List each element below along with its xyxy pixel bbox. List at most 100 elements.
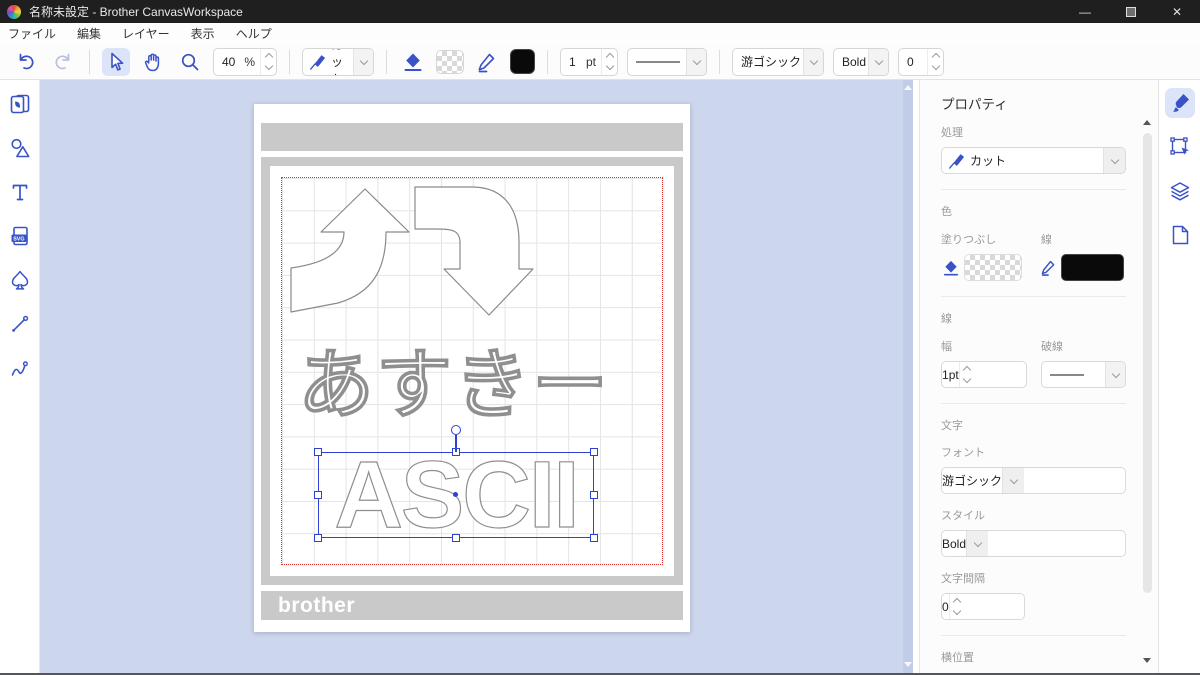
font-value: 游ゴシック (733, 53, 803, 70)
selection-handle[interactable] (590, 491, 598, 499)
fill-bucket-icon (401, 50, 425, 74)
zoom-level-value: 40 (214, 55, 244, 69)
panel-fill-swatch[interactable] (964, 254, 1022, 281)
selection-center-dot (453, 492, 458, 497)
text-section-label: 文字 (941, 417, 1126, 433)
text-icon (8, 180, 32, 204)
scroll-down-arrow[interactable] (1143, 658, 1151, 663)
dropdown-arrow (966, 531, 988, 556)
spinner-arrows[interactable] (601, 49, 617, 75)
zoom-level-spinner[interactable]: 40 % (213, 48, 277, 76)
zoom-level-unit: % (244, 55, 260, 69)
line-icon (8, 312, 32, 336)
select-tool-button[interactable] (102, 48, 130, 76)
blade-icon (307, 52, 327, 72)
menu-view[interactable]: 表示 (191, 25, 215, 42)
undo-button[interactable] (12, 48, 40, 76)
panel-stroke-swatch[interactable] (1061, 254, 1124, 281)
titlebar: 名称未設定 - Brother CanvasWorkspace — ✕ (0, 0, 1200, 23)
artwork-library-button[interactable] (6, 90, 34, 118)
panel-stroke-width-spinner[interactable]: 1 pt (941, 361, 1027, 388)
text-tool-button[interactable] (6, 178, 34, 206)
window-controls: — ✕ (1062, 0, 1200, 23)
close-button[interactable]: ✕ (1154, 0, 1200, 23)
chevron-down-icon (874, 56, 882, 64)
down-arrow-shape[interactable] (415, 187, 533, 315)
selection-handle[interactable] (590, 534, 598, 542)
char-spacing-spinner[interactable]: 0 (898, 48, 944, 76)
pan-tool-button[interactable] (139, 48, 167, 76)
scroll-down-arrow[interactable] (904, 662, 912, 667)
chevron-down-icon (1009, 475, 1017, 483)
panel-title: プロパティ (941, 93, 1126, 113)
panel-font-dropdown[interactable]: 游ゴシック (941, 467, 1126, 494)
panel-style-dropdown[interactable]: Bold (941, 530, 1126, 557)
kana-text-object[interactable]: あすきー (298, 348, 610, 424)
stroke-width-spinner[interactable]: 1 pt (560, 48, 618, 76)
up-arrow-shape[interactable] (291, 189, 409, 312)
menu-layer[interactable]: レイヤー (122, 25, 170, 42)
selection-handle[interactable] (314, 448, 322, 456)
svg-import-button[interactable]: SVG (6, 222, 34, 250)
selection-handle[interactable] (314, 491, 322, 499)
app-window: 名称未設定 - Brother CanvasWorkspace — ✕ ファイル… (0, 0, 1200, 675)
selection-handle[interactable] (452, 534, 460, 542)
window-title: 名称未設定 - Brother CanvasWorkspace (29, 3, 243, 20)
dash-style-dropdown[interactable] (627, 48, 707, 76)
stroke-color-button[interactable] (473, 48, 501, 76)
shapes-tool-button[interactable] (6, 134, 34, 162)
selection-handle[interactable] (590, 448, 598, 456)
spinner-arrows[interactable] (260, 49, 276, 75)
canvas-vertical-scrollbar[interactable] (903, 80, 913, 675)
panel-font-value: 游ゴシック (942, 472, 1002, 489)
menu-help[interactable]: ヘルプ (236, 25, 272, 42)
transform-tab-button[interactable] (1165, 132, 1195, 162)
freehand-tool-button[interactable] (6, 354, 34, 382)
panel-char-spacing-spinner[interactable]: 0 (941, 593, 1025, 620)
redo-button[interactable] (49, 48, 77, 76)
properties-panel: プロパティ 処理 カット 色 塗りつぶし 線 (919, 80, 1158, 675)
stroke-color-swatch[interactable] (510, 49, 535, 74)
font-style-dropdown[interactable]: Bold (833, 48, 889, 76)
font-dropdown[interactable]: 游ゴシック (732, 48, 824, 76)
maximize-button[interactable] (1108, 0, 1154, 23)
menu-edit[interactable]: 編集 (77, 25, 101, 42)
zoom-tool-button[interactable] (176, 48, 204, 76)
stroke-width-value: 1 (561, 55, 586, 69)
fill-color-swatch[interactable] (436, 50, 464, 74)
svg-badge-label: SVG (13, 236, 24, 242)
spinner-arrows[interactable] (927, 49, 943, 75)
rotation-handle[interactable] (451, 425, 461, 435)
clipart-tool-button[interactable] (6, 266, 34, 294)
fill-label: 塗りつぶし (941, 231, 1041, 247)
chevron-down-icon (692, 56, 700, 64)
scroll-up-arrow[interactable] (904, 85, 912, 90)
dropdown-arrow (1105, 362, 1125, 387)
panel-scrollbar[interactable] (1143, 120, 1152, 663)
panel-stroke-width-unit: pt (949, 368, 959, 382)
chevron-up-icon (963, 366, 971, 374)
scroll-up-arrow[interactable] (1143, 120, 1151, 125)
paintbrush-icon (1168, 91, 1192, 115)
chevron-down-icon (359, 56, 367, 64)
fill-color-button[interactable] (399, 48, 427, 76)
process-dropdown[interactable]: カット (302, 48, 374, 76)
panel-stroke-width-value: 1 (942, 368, 949, 382)
spinner-arrows[interactable] (949, 594, 965, 619)
page-tab-button[interactable] (1165, 220, 1195, 250)
panel-dash-dropdown[interactable] (1041, 361, 1126, 388)
line-tool-button[interactable] (6, 310, 34, 338)
properties-tab-button[interactable] (1165, 88, 1195, 118)
menu-file[interactable]: ファイル (8, 25, 56, 42)
minimize-button[interactable]: — (1062, 0, 1108, 23)
scrollbar-thumb[interactable] (1143, 133, 1152, 593)
pencil-icon (1039, 258, 1058, 277)
panel-process-dropdown[interactable]: カット (941, 147, 1126, 174)
curve-icon (8, 356, 32, 380)
selection-handle[interactable] (314, 534, 322, 542)
toolbar-separator (289, 50, 290, 74)
layers-tab-button[interactable] (1165, 176, 1195, 206)
dropdown-arrow (803, 49, 823, 75)
spinner-arrows[interactable] (959, 362, 975, 387)
canvas-area[interactable]: brother あすきー ASCII (40, 80, 913, 675)
